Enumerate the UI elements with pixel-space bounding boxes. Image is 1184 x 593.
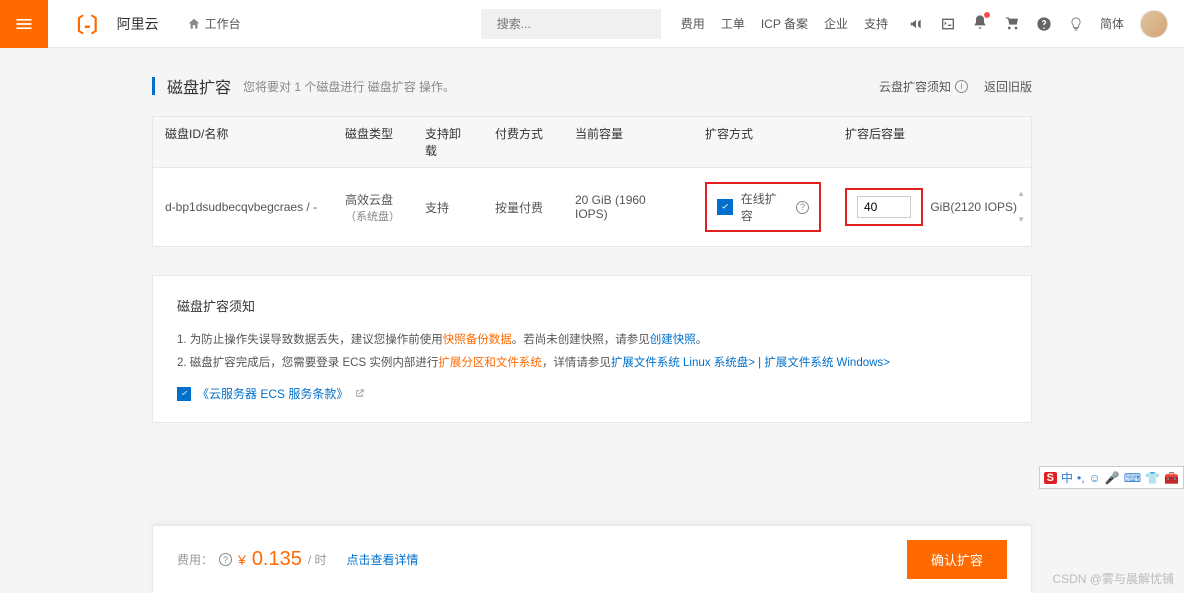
notice-item-1: 1. 为防止操作失误导致数据丢失，建议您操作前使用快照备份数据。若尚未创建快照，…: [177, 329, 1007, 352]
check-icon: [720, 202, 730, 212]
spinner-up[interactable]: ▲: [1017, 190, 1025, 198]
th-target: 扩容后容量: [833, 125, 1031, 159]
nav-ticket[interactable]: 工单: [721, 15, 745, 32]
method-highlight: 在线扩容 ?: [705, 182, 821, 232]
logo-text: 阿里云: [117, 14, 159, 34]
ime-punct[interactable]: •,: [1077, 471, 1085, 485]
menu-toggle[interactable]: [0, 0, 48, 48]
header-icons: 简体: [908, 10, 1184, 38]
th-method: 扩容方式: [693, 125, 833, 159]
nav-support[interactable]: 支持: [864, 15, 888, 32]
extend-partition-link[interactable]: 扩展分区和文件系统: [438, 357, 542, 369]
online-resize-checkbox[interactable]: [717, 199, 733, 215]
th-detach: 支持卸载: [413, 125, 483, 159]
nav-fee[interactable]: 费用: [681, 15, 705, 32]
tos-row: 《云服务器 ECS 服务条款》: [177, 385, 1007, 402]
announce-icon[interactable]: [908, 16, 924, 32]
check-icon: [180, 389, 189, 398]
user-avatar[interactable]: [1140, 10, 1168, 38]
price-group: 费用： ? ¥ 0.135 / 时 点击查看详情: [177, 548, 419, 571]
cell-method: 在线扩容 ?: [693, 182, 833, 232]
notice-title: 磁盘扩容须知: [177, 296, 1007, 315]
lightbulb-icon[interactable]: [1068, 16, 1084, 32]
lang-switch[interactable]: 简体: [1100, 15, 1124, 32]
fee-help-icon[interactable]: ?: [219, 553, 232, 566]
disk-table: 磁盘ID/名称 磁盘类型 支持卸载 付费方式 当前容量 扩容方式 扩容后容量 d…: [152, 116, 1032, 247]
table-header: 磁盘ID/名称 磁盘类型 支持卸载 付费方式 当前容量 扩容方式 扩容后容量: [153, 117, 1031, 168]
fee-label: 费用：: [177, 551, 213, 568]
cell-billing: 按量付费: [483, 199, 563, 216]
cart-icon[interactable]: [1004, 16, 1020, 32]
th-current: 当前容量: [563, 125, 693, 159]
page-subtitle: 您将要对 1 个磁盘进行 磁盘扩容 操作。: [243, 78, 455, 95]
external-link-icon: [354, 388, 365, 399]
nav-enterprise[interactable]: 企业: [824, 15, 848, 32]
ime-logo: S: [1044, 472, 1057, 484]
notice-box: 磁盘扩容须知 1. 为防止操作失误导致数据丢失，建议您操作前使用快照备份数据。若…: [152, 275, 1032, 423]
currency: ¥: [238, 552, 246, 568]
terminal-icon[interactable]: [940, 16, 956, 32]
old-version-link[interactable]: 返回旧版: [984, 78, 1032, 95]
home-icon: [187, 17, 201, 31]
cell-type: 高效云盘 （系统盘）: [333, 191, 413, 224]
ime-mic[interactable]: 🎤: [1105, 471, 1120, 485]
search-box[interactable]: [481, 9, 661, 39]
info-icon: i: [955, 80, 968, 93]
help-icon[interactable]: ?: [796, 201, 809, 214]
ime-toolbar[interactable]: S 中 •, ☺ 🎤 ⌨ 👕 🧰: [1039, 466, 1184, 489]
extend-linux-link[interactable]: 扩展文件系统 Linux 系统盘>: [611, 357, 755, 369]
ime-keyboard[interactable]: ⌨: [1124, 471, 1141, 485]
capacity-input[interactable]: [857, 196, 911, 218]
title-accent: [152, 77, 155, 95]
footer-bar: 费用： ? ¥ 0.135 / 时 点击查看详情 确认扩容: [152, 525, 1032, 593]
cell-detach: 支持: [413, 199, 483, 216]
ime-lang[interactable]: 中: [1061, 469, 1073, 486]
ime-skin[interactable]: 👕: [1145, 471, 1160, 485]
nav-icp[interactable]: ICP 备案: [761, 15, 808, 32]
notice-item-2: 2. 磁盘扩容完成后，您需要登录 ECS 实例内部进行扩展分区和文件系统，详情请…: [177, 352, 1007, 375]
notification-dot: [984, 12, 990, 18]
table-row: d-bp1dsudbecqvbegcraes / - 高效云盘 （系统盘） 支持…: [153, 168, 1031, 246]
price-unit: / 时: [308, 551, 327, 568]
nav-links: 费用 工单 ICP 备案 企业 支持: [661, 15, 908, 32]
size-spinner: ▲ ▼: [1017, 190, 1025, 224]
th-type: 磁盘类型: [333, 125, 413, 159]
page-title: 磁盘扩容: [167, 74, 231, 98]
snapshot-backup-link[interactable]: 快照备份数据: [443, 334, 512, 346]
th-id: 磁盘ID/名称: [153, 125, 333, 159]
price-detail-link[interactable]: 点击查看详情: [347, 551, 419, 568]
target-highlight: [845, 188, 923, 226]
ime-toolbox[interactable]: 🧰: [1164, 471, 1179, 485]
workbench-link[interactable]: 工作台: [175, 15, 253, 32]
th-billing: 付费方式: [483, 125, 563, 159]
tos-link[interactable]: 《云服务器 ECS 服务条款》: [197, 385, 348, 402]
cell-id: d-bp1dsudbecqvbegcraes / -: [153, 200, 333, 214]
watermark: CSDN @雾与晨解忧铺: [1052, 570, 1174, 587]
page-header: 磁盘扩容 您将要对 1 个磁盘进行 磁盘扩容 操作。 云盘扩容须知 i 返回旧版: [152, 64, 1032, 116]
main-container: 磁盘扩容 您将要对 1 个磁盘进行 磁盘扩容 操作。 云盘扩容须知 i 返回旧版…: [152, 48, 1032, 439]
extend-windows-link[interactable]: 扩展文件系统 Windows>: [764, 357, 890, 369]
cell-target: GiB(2120 IOPS): [833, 188, 1031, 226]
notification-bell[interactable]: [972, 14, 988, 33]
create-snapshot-link[interactable]: 创建快照: [650, 334, 696, 346]
ime-emoji[interactable]: ☺: [1089, 471, 1101, 485]
search-input[interactable]: [497, 17, 652, 31]
cell-current: 20 GiB (1960 IOPS): [563, 193, 693, 221]
logo[interactable]: 〔-〕 阿里云: [48, 9, 175, 38]
help-icon[interactable]: [1036, 16, 1052, 32]
logo-icon: 〔-〕: [64, 9, 111, 38]
spinner-down[interactable]: ▼: [1017, 216, 1025, 224]
price-value: 0.135: [252, 548, 302, 571]
tos-checkbox[interactable]: [177, 387, 191, 401]
confirm-resize-button[interactable]: 确认扩容: [907, 540, 1007, 579]
top-header: 〔-〕 阿里云 工作台 费用 工单 ICP 备案 企业 支持 简体: [0, 0, 1184, 48]
notice-link[interactable]: 云盘扩容须知 i: [879, 78, 968, 95]
